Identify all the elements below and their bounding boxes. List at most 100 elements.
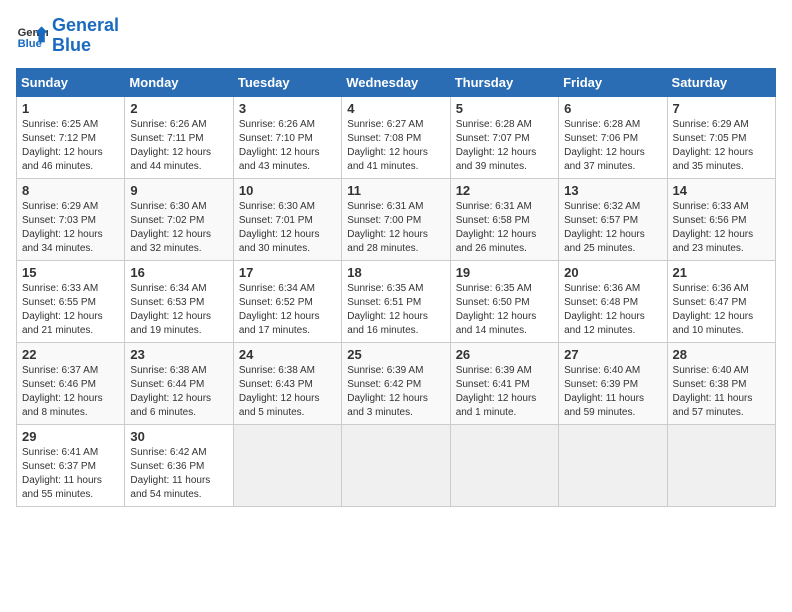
logo-icon: General Blue <box>16 20 48 52</box>
calendar-cell: 24 Sunrise: 6:38 AMSunset: 6:43 PMDayligh… <box>233 342 341 424</box>
day-detail: Sunrise: 6:38 AMSunset: 6:44 PMDaylight:… <box>130 364 227 420</box>
calendar-cell: 3 Sunrise: 6:26 AMSunset: 7:10 PMDaylight… <box>233 96 341 178</box>
column-header-monday: Monday <box>125 68 233 96</box>
calendar-cell: 30Sunrise: 6:42 AMSunset: 6:36 PMDayligh… <box>125 424 233 506</box>
calendar-cell: 16Sunrise: 6:34 AMSunset: 6:53 PMDayligh… <box>125 260 233 342</box>
day-number: 12 <box>456 183 553 198</box>
calendar-week-row: 15 Sunrise: 6:33 AMSunset: 6:55 PMDayligh… <box>17 260 776 342</box>
calendar-cell: 8Sunrise: 6:29 AMSunset: 7:03 PMDaylight… <box>17 178 125 260</box>
day-detail: Sunrise: 6:28 AMSunset: 7:06 PMDaylight:… <box>564 118 661 174</box>
day-number: 3 <box>239 101 336 116</box>
day-number: 21 <box>673 265 770 280</box>
day-number: 9 <box>130 183 227 198</box>
calendar-cell <box>342 424 450 506</box>
day-number: 30 <box>130 429 227 444</box>
calendar-cell: 9 Sunrise: 6:30 AMSunset: 7:02 PMDaylight… <box>125 178 233 260</box>
calendar-cell: 18 Sunrise: 6:35 AMSunset: 6:51 PMDayligh… <box>342 260 450 342</box>
day-number: 5 <box>456 101 553 116</box>
day-detail: Sunrise: 6:39 AMSunset: 6:41 PMDaylight:… <box>456 364 553 420</box>
day-number: 1 <box>22 101 119 116</box>
day-detail: Sunrise: 6:33 AMSunset: 6:55 PMDaylight:… <box>22 282 119 338</box>
calendar-cell: 6 Sunrise: 6:28 AMSunset: 7:06 PMDaylight… <box>559 96 667 178</box>
day-number: 6 <box>564 101 661 116</box>
logo-text-line1: General <box>52 16 119 36</box>
day-number: 2 <box>130 101 227 116</box>
day-number: 28 <box>673 347 770 362</box>
column-header-sunday: Sunday <box>17 68 125 96</box>
day-detail: Sunrise: 6:31 AMSunset: 7:00 PMDaylight:… <box>347 200 444 256</box>
day-detail: Sunrise: 6:36 AMSunset: 6:47 PMDaylight:… <box>673 282 770 338</box>
calendar-cell: 1Sunrise: 6:25 AMSunset: 7:12 PMDaylight… <box>17 96 125 178</box>
day-detail: Sunrise: 6:33 AMSunset: 6:56 PMDaylight:… <box>673 200 770 256</box>
calendar-cell: 2 Sunrise: 6:26 AMSunset: 7:11 PMDaylight… <box>125 96 233 178</box>
calendar-cell: 14 Sunrise: 6:33 AMSunset: 6:56 PMDayligh… <box>667 178 775 260</box>
day-number: 22 <box>22 347 119 362</box>
logo-text-line2: Blue <box>52 36 119 56</box>
calendar-cell: 5 Sunrise: 6:28 AMSunset: 7:07 PMDaylight… <box>450 96 558 178</box>
calendar-week-row: 8Sunrise: 6:29 AMSunset: 7:03 PMDaylight… <box>17 178 776 260</box>
calendar-cell <box>667 424 775 506</box>
day-detail: Sunrise: 6:29 AMSunset: 7:03 PMDaylight:… <box>22 200 119 256</box>
day-detail: Sunrise: 6:32 AMSunset: 6:57 PMDaylight:… <box>564 200 661 256</box>
calendar-cell: 7Sunrise: 6:29 AMSunset: 7:05 PMDaylight… <box>667 96 775 178</box>
calendar-cell <box>559 424 667 506</box>
day-detail: Sunrise: 6:26 AMSunset: 7:11 PMDaylight:… <box>130 118 227 174</box>
calendar-table: SundayMondayTuesdayWednesdayThursdayFrid… <box>16 68 776 507</box>
day-detail: Sunrise: 6:26 AMSunset: 7:10 PMDaylight:… <box>239 118 336 174</box>
day-number: 20 <box>564 265 661 280</box>
day-detail: Sunrise: 6:35 AMSunset: 6:50 PMDaylight:… <box>456 282 553 338</box>
calendar-cell: 28 Sunrise: 6:40 AMSunset: 6:38 PMDayligh… <box>667 342 775 424</box>
column-header-friday: Friday <box>559 68 667 96</box>
day-detail: Sunrise: 6:29 AMSunset: 7:05 PMDaylight:… <box>673 118 770 174</box>
day-detail: Sunrise: 6:35 AMSunset: 6:51 PMDaylight:… <box>347 282 444 338</box>
day-detail: Sunrise: 6:30 AMSunset: 7:01 PMDaylight:… <box>239 200 336 256</box>
day-number: 10 <box>239 183 336 198</box>
day-detail: Sunrise: 6:27 AMSunset: 7:08 PMDaylight:… <box>347 118 444 174</box>
column-header-wednesday: Wednesday <box>342 68 450 96</box>
column-header-saturday: Saturday <box>667 68 775 96</box>
calendar-cell: 19 Sunrise: 6:35 AMSunset: 6:50 PMDayligh… <box>450 260 558 342</box>
calendar-header-row: SundayMondayTuesdayWednesdayThursdayFrid… <box>17 68 776 96</box>
calendar-cell: 20 Sunrise: 6:36 AMSunset: 6:48 PMDayligh… <box>559 260 667 342</box>
day-number: 17 <box>239 265 336 280</box>
day-number: 27 <box>564 347 661 362</box>
calendar-cell: 13 Sunrise: 6:32 AMSunset: 6:57 PMDayligh… <box>559 178 667 260</box>
day-number: 26 <box>456 347 553 362</box>
calendar-cell: 11 Sunrise: 6:31 AMSunset: 7:00 PMDayligh… <box>342 178 450 260</box>
calendar-cell: 4Sunrise: 6:27 AMSunset: 7:08 PMDaylight… <box>342 96 450 178</box>
day-number: 24 <box>239 347 336 362</box>
calendar-cell: 12Sunrise: 6:31 AMSunset: 6:58 PMDayligh… <box>450 178 558 260</box>
day-number: 15 <box>22 265 119 280</box>
calendar-body: 1Sunrise: 6:25 AMSunset: 7:12 PMDaylight… <box>17 96 776 506</box>
day-detail: Sunrise: 6:34 AMSunset: 6:53 PMDaylight:… <box>130 282 227 338</box>
day-number: 29 <box>22 429 119 444</box>
calendar-cell: 23 Sunrise: 6:38 AMSunset: 6:44 PMDayligh… <box>125 342 233 424</box>
column-header-tuesday: Tuesday <box>233 68 341 96</box>
calendar-cell: 21 Sunrise: 6:36 AMSunset: 6:47 PMDayligh… <box>667 260 775 342</box>
calendar-cell <box>450 424 558 506</box>
calendar-week-row: 1Sunrise: 6:25 AMSunset: 7:12 PMDaylight… <box>17 96 776 178</box>
day-detail: Sunrise: 6:37 AMSunset: 6:46 PMDaylight:… <box>22 364 119 420</box>
day-detail: Sunrise: 6:41 AMSunset: 6:37 PMDaylight:… <box>22 446 119 502</box>
calendar-cell: 27Sunrise: 6:40 AMSunset: 6:39 PMDayligh… <box>559 342 667 424</box>
svg-text:Blue: Blue <box>18 38 42 50</box>
calendar-cell: 22 Sunrise: 6:37 AMSunset: 6:46 PMDayligh… <box>17 342 125 424</box>
day-detail: Sunrise: 6:30 AMSunset: 7:02 PMDaylight:… <box>130 200 227 256</box>
day-number: 14 <box>673 183 770 198</box>
day-number: 23 <box>130 347 227 362</box>
day-detail: Sunrise: 6:40 AMSunset: 6:38 PMDaylight:… <box>673 364 770 420</box>
calendar-cell: 15 Sunrise: 6:33 AMSunset: 6:55 PMDayligh… <box>17 260 125 342</box>
day-number: 18 <box>347 265 444 280</box>
day-detail: Sunrise: 6:28 AMSunset: 7:07 PMDaylight:… <box>456 118 553 174</box>
day-number: 19 <box>456 265 553 280</box>
day-number: 11 <box>347 183 444 198</box>
logo: General Blue General Blue <box>16 16 119 56</box>
calendar-cell: 17Sunrise: 6:34 AMSunset: 6:52 PMDayligh… <box>233 260 341 342</box>
day-detail: Sunrise: 6:38 AMSunset: 6:43 PMDaylight:… <box>239 364 336 420</box>
calendar-week-row: 29 Sunrise: 6:41 AMSunset: 6:37 PMDayligh… <box>17 424 776 506</box>
day-number: 13 <box>564 183 661 198</box>
day-detail: Sunrise: 6:39 AMSunset: 6:42 PMDaylight:… <box>347 364 444 420</box>
column-header-thursday: Thursday <box>450 68 558 96</box>
day-detail: Sunrise: 6:36 AMSunset: 6:48 PMDaylight:… <box>564 282 661 338</box>
calendar-cell: 29 Sunrise: 6:41 AMSunset: 6:37 PMDayligh… <box>17 424 125 506</box>
